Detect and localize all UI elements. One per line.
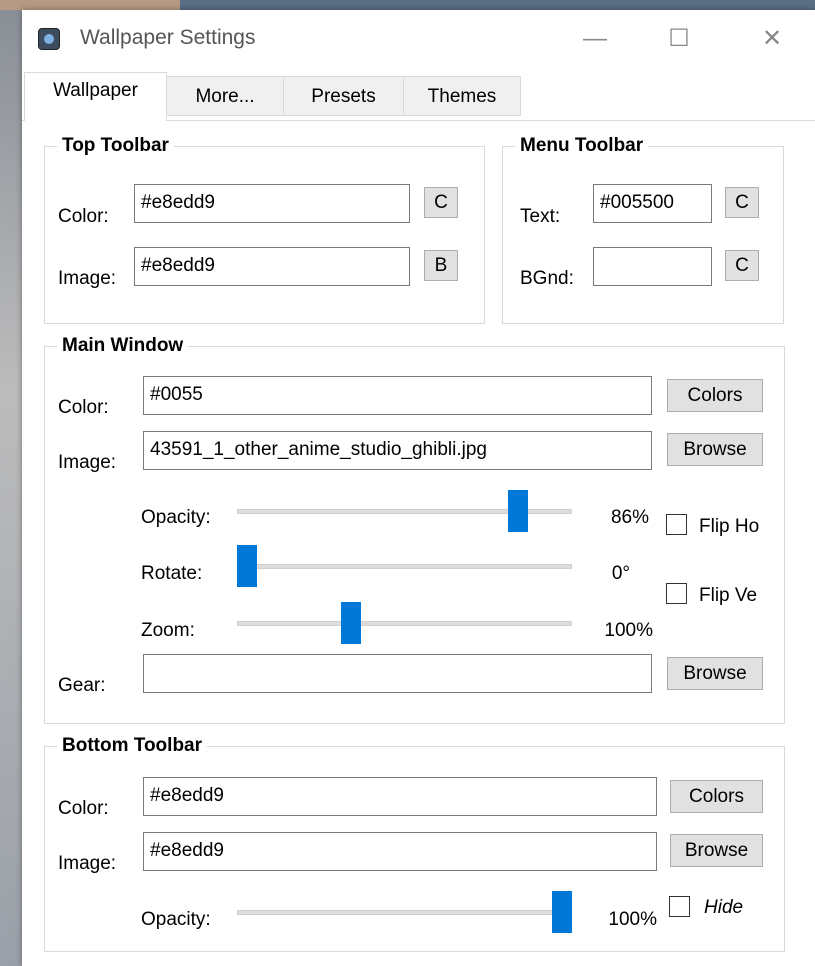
menu-toolbar-group: Menu Toolbar (502, 134, 784, 324)
zoom-label: Zoom: (141, 620, 195, 641)
gear-label: Gear: (58, 675, 106, 696)
flip-vertical-label: Flip Ve (699, 585, 758, 606)
bottom-toolbar-image-field[interactable]: #e8edd9 (143, 832, 657, 871)
tab-themes[interactable]: Themes (403, 76, 521, 116)
rotate-slider-thumb[interactable] (237, 545, 257, 587)
tab-wallpaper[interactable]: Wallpaper (24, 72, 167, 121)
bottom-toolbar-title: Bottom Toolbar (57, 734, 208, 758)
settings-window: Wallpaper Settings — ☐ ✕ Wallpaper More.… (22, 10, 815, 966)
top-toolbar-color-button[interactable]: C (424, 187, 458, 218)
gear-browse-button[interactable]: Browse (667, 657, 763, 690)
bottom-toolbar-color-label: Color: (58, 798, 109, 819)
menu-toolbar-text-label: Text: (520, 206, 561, 227)
top-toolbar-title: Top Toolbar (57, 134, 174, 158)
maximize-button[interactable]: ☐ (656, 22, 702, 56)
opacity-slider-thumb[interactable] (507, 490, 528, 532)
main-window-color-field[interactable]: #0055 (143, 376, 652, 415)
bottom-toolbar-colors-button[interactable]: Colors (670, 780, 763, 813)
bottom-toolbar-image-label: Image: (58, 853, 117, 874)
hide-label: Hide (704, 897, 744, 918)
main-window-color-label: Color: (58, 397, 109, 418)
flip-horizontal-checkbox[interactable] (666, 514, 687, 535)
menu-toolbar-text-field[interactable]: #005500 (593, 184, 712, 223)
top-toolbar-image-label: Image: (58, 268, 117, 289)
main-window-image-field[interactable]: 43591_1_other_anime_studio_ghibli.jpg (143, 431, 652, 470)
desktop-background-edge (0, 10, 22, 966)
bottom-opacity-label: Opacity: (141, 909, 211, 930)
tab-strip: Wallpaper More... Presets Themes (22, 72, 815, 121)
opacity-value: 86% (610, 507, 649, 528)
close-button[interactable]: ✕ (749, 22, 795, 56)
desktop-wallpaper-fragment (0, 0, 180, 10)
gear-field[interactable] (143, 654, 652, 693)
flip-vertical-checkbox[interactable] (666, 583, 687, 604)
top-toolbar-image-button[interactable]: B (424, 250, 458, 281)
rotate-value: 0° (611, 563, 630, 584)
zoom-value: 100% (604, 620, 653, 641)
tab-presets[interactable]: Presets (283, 76, 404, 116)
hide-checkbox[interactable] (669, 896, 690, 917)
tab-more[interactable]: More... (166, 76, 284, 116)
bottom-toolbar-color-field[interactable]: #e8edd9 (143, 777, 657, 816)
menu-toolbar-bgnd-button[interactable]: C (725, 250, 759, 281)
bottom-opacity-slider-thumb[interactable] (552, 891, 572, 933)
title-bar[interactable]: Wallpaper Settings — ☐ ✕ (22, 10, 815, 72)
main-window-title: Main Window (57, 334, 189, 358)
minimize-button[interactable]: — (572, 22, 618, 56)
main-window-image-browse-button[interactable]: Browse (667, 433, 763, 466)
flip-horizontal-label: Flip Ho (699, 516, 760, 537)
menu-toolbar-bgnd-field[interactable] (593, 247, 712, 286)
zoom-slider-thumb[interactable] (340, 602, 361, 644)
main-window-image-label: Image: (58, 452, 117, 473)
bottom-opacity-value: 100% (608, 909, 657, 930)
bottom-toolbar-image-browse-button[interactable]: Browse (670, 834, 763, 867)
menu-toolbar-title: Menu Toolbar (515, 134, 649, 158)
zoom-slider-track[interactable] (237, 621, 572, 626)
top-toolbar-image-field[interactable]: #e8edd9 (134, 247, 410, 286)
menu-toolbar-text-button[interactable]: C (725, 187, 759, 218)
window-title: Wallpaper Settings (80, 26, 256, 49)
opacity-label: Opacity: (141, 507, 211, 528)
desktop-background-strip (0, 0, 815, 10)
bottom-opacity-slider-track[interactable] (237, 910, 572, 915)
top-toolbar-color-label: Color: (58, 206, 109, 227)
top-toolbar-group: Top Toolbar (44, 134, 485, 324)
main-window-colors-button[interactable]: Colors (667, 379, 763, 412)
rotate-label: Rotate: (141, 563, 203, 584)
menu-toolbar-bgnd-label: BGnd: (520, 268, 574, 289)
top-toolbar-color-field[interactable]: #e8edd9 (134, 184, 410, 223)
app-icon (38, 28, 60, 50)
rotate-slider-track[interactable] (237, 564, 572, 569)
